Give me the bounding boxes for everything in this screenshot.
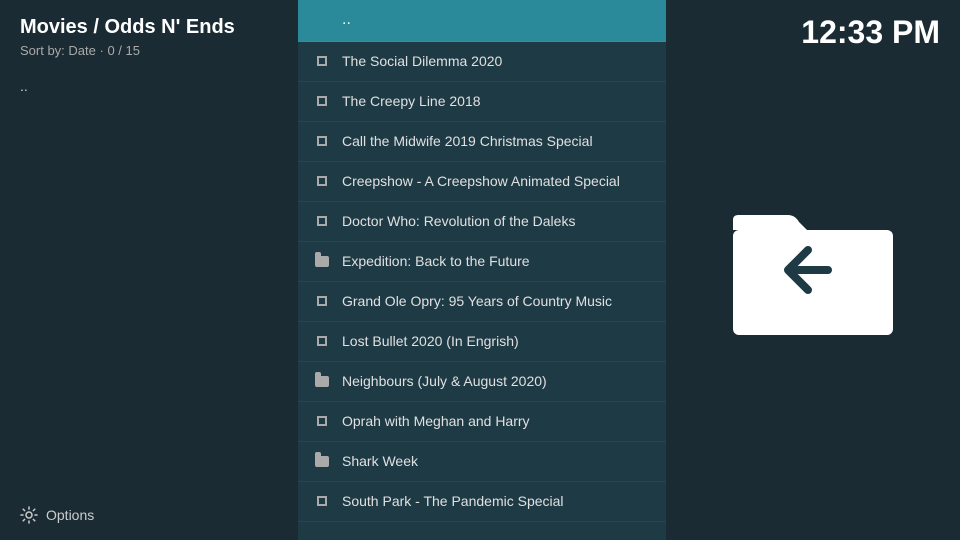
- list-item[interactable]: Lost Bullet 2020 (In Engrish): [298, 322, 666, 362]
- page-title: Movies / Odds N' Ends: [20, 16, 278, 39]
- list-item[interactable]: Grand Ole Opry: 95 Years of Country Musi…: [298, 282, 666, 322]
- list-item[interactable]: The Creepy Line 2018: [298, 82, 666, 122]
- sidebar-back: ..: [20, 78, 278, 94]
- list-item[interactable]: Shark Week: [298, 442, 666, 482]
- sort-info: Sort by: Date · 0 / 15: [20, 43, 278, 58]
- item-label: Grand Ole Opry: 95 Years of Country Musi…: [342, 292, 612, 310]
- right-panel: 12:33 PM: [666, 0, 960, 540]
- file-icon: [314, 333, 330, 349]
- item-label: South Park - The Pandemic Special: [342, 492, 564, 510]
- parent-label: ..: [342, 10, 351, 31]
- list-item-parent[interactable]: ..: [298, 0, 666, 42]
- file-icon: [314, 93, 330, 109]
- list-item[interactable]: Expedition: Back to the Future: [298, 242, 666, 282]
- item-label: Creepshow - A Creepshow Animated Special: [342, 172, 620, 190]
- file-icon: [314, 213, 330, 229]
- list-item[interactable]: Neighbours (July & August 2020): [298, 362, 666, 402]
- folder-icon: [314, 253, 330, 269]
- item-label: The Social Dilemma 2020: [342, 52, 502, 70]
- item-label: Shark Week: [342, 452, 418, 470]
- parent-icon: [314, 12, 330, 28]
- item-label: Oprah with Meghan and Harry: [342, 412, 530, 430]
- list-item[interactable]: Call the Midwife 2019 Christmas Special: [298, 122, 666, 162]
- gear-icon: [20, 506, 38, 524]
- options-label: Options: [46, 507, 94, 523]
- file-icon: [314, 413, 330, 429]
- list-item[interactable]: Oprah with Meghan and Harry: [298, 402, 666, 442]
- item-label: Expedition: Back to the Future: [342, 252, 530, 270]
- folder-icon: [314, 453, 330, 469]
- folder-back-icon: [723, 195, 903, 345]
- item-label: The Creepy Line 2018: [342, 92, 481, 110]
- list-item[interactable]: South Park - The Pandemic Special: [298, 482, 666, 522]
- list-item[interactable]: The Social Dilemma 2020: [298, 42, 666, 82]
- item-label: Lost Bullet 2020 (In Engrish): [342, 332, 519, 350]
- clock-display: 12:33 PM: [801, 14, 940, 51]
- file-icon: [314, 293, 330, 309]
- list-item[interactable]: Doctor Who: Revolution of the Daleks: [298, 202, 666, 242]
- file-icon: [314, 133, 330, 149]
- item-label: Call the Midwife 2019 Christmas Special: [342, 132, 593, 150]
- item-label: Neighbours (July & August 2020): [342, 372, 547, 390]
- media-list: .. The Social Dilemma 2020 The Creepy Lin…: [298, 0, 666, 540]
- folder-icon: [314, 373, 330, 389]
- file-icon: [314, 173, 330, 189]
- options-button[interactable]: Options: [20, 506, 94, 524]
- sidebar: Movies / Odds N' Ends Sort by: Date · 0 …: [0, 0, 298, 540]
- file-icon: [314, 53, 330, 69]
- file-icon: [314, 493, 330, 509]
- list-item[interactable]: Creepshow - A Creepshow Animated Special: [298, 162, 666, 202]
- folder-icon-svg: [723, 195, 903, 345]
- item-label: Doctor Who: Revolution of the Daleks: [342, 212, 575, 230]
